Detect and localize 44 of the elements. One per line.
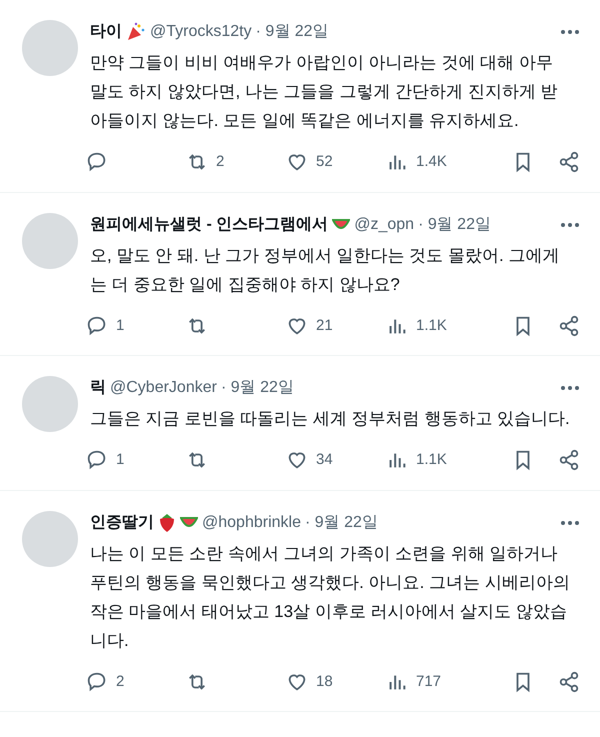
more-icon[interactable]: [560, 29, 580, 35]
watermelon-slice-icon: [180, 516, 198, 530]
action-count: 717: [416, 672, 442, 692]
display-name: 인증딸기: [90, 512, 154, 532]
post-date: · 9월 22일: [256, 22, 329, 42]
user-handle: @hophbrinkle: [202, 512, 301, 532]
post-date: · 9월 22일: [220, 378, 294, 398]
post-date: · 9월 22일: [304, 512, 378, 532]
action-count: 1.1K: [416, 450, 447, 470]
tweet-text: 나는 이 모든 소란 속에서 그녀의 가족이 소련을 위해 일하거나 푸틴의 행동을 묵인했다고 생각했다. 아니요. 그녀는 시베리아의 작은 마을에서 태어났고 13살 이후로 러시아에서 살지도 않았습니다.: [90, 542, 571, 652]
reply-icon[interactable]: [86, 670, 108, 693]
share-icon[interactable]: [558, 151, 580, 174]
more-icon[interactable]: [560, 222, 580, 228]
more-icon[interactable]: [560, 520, 580, 526]
display-name: 타이: [90, 22, 122, 42]
action-count: 2: [216, 152, 224, 172]
user-handle: @Tyrocks12ty: [150, 22, 252, 42]
action-count: 18: [316, 672, 333, 692]
action-count: 1: [116, 450, 124, 470]
share-icon[interactable]: [558, 314, 580, 337]
tweet-text: 만약 그들이 비비 여배우가 아랍인이 아니라는 것에 대해 아무 말도 하지 않았다면, 나는 그들을 그렇게 간단하게 진지하게 받아들이지 않는다. 모든 일에 똑같은 에너지를 유지하세요.: [90, 52, 559, 132]
share-icon[interactable]: [558, 449, 580, 472]
share-icon[interactable]: [558, 670, 580, 693]
action-count: 1.1K: [416, 316, 447, 336]
action-count: 2: [116, 672, 124, 692]
party-popper-icon: [126, 22, 146, 42]
reply-icon[interactable]: [86, 314, 108, 337]
reply-icon[interactable]: [86, 449, 108, 472]
user-handle: @z_opn: [354, 214, 414, 234]
action-count: 1: [116, 316, 124, 336]
action-count: 34: [316, 450, 333, 470]
action-count: 21: [316, 316, 333, 336]
action-count: 52: [316, 152, 333, 172]
action-count: 1.4K: [416, 152, 447, 172]
display-name: 원피에세뉴샐럿 - 인스타그램에서: [90, 214, 328, 234]
reply-icon[interactable]: [86, 151, 108, 174]
display-name: 릭: [90, 378, 106, 398]
tweet-text: 그들은 지금 로빈을 따돌리는 세계 정부처럼 행동하고 있습니다.: [90, 408, 571, 430]
tweet-text: 오, 말도 안 돼. 난 그가 정부에서 일한다는 것도 몰랐어. 그에게는 더 중요한 일에 집중해야 하지 않나요?: [90, 244, 560, 296]
post-date: · 9월 22일: [418, 214, 491, 234]
more-icon[interactable]: [560, 385, 580, 391]
user-handle: @CyberJonker: [110, 378, 217, 398]
watermelon-slice-icon: [332, 218, 350, 232]
strawberry-icon: [158, 512, 176, 532]
